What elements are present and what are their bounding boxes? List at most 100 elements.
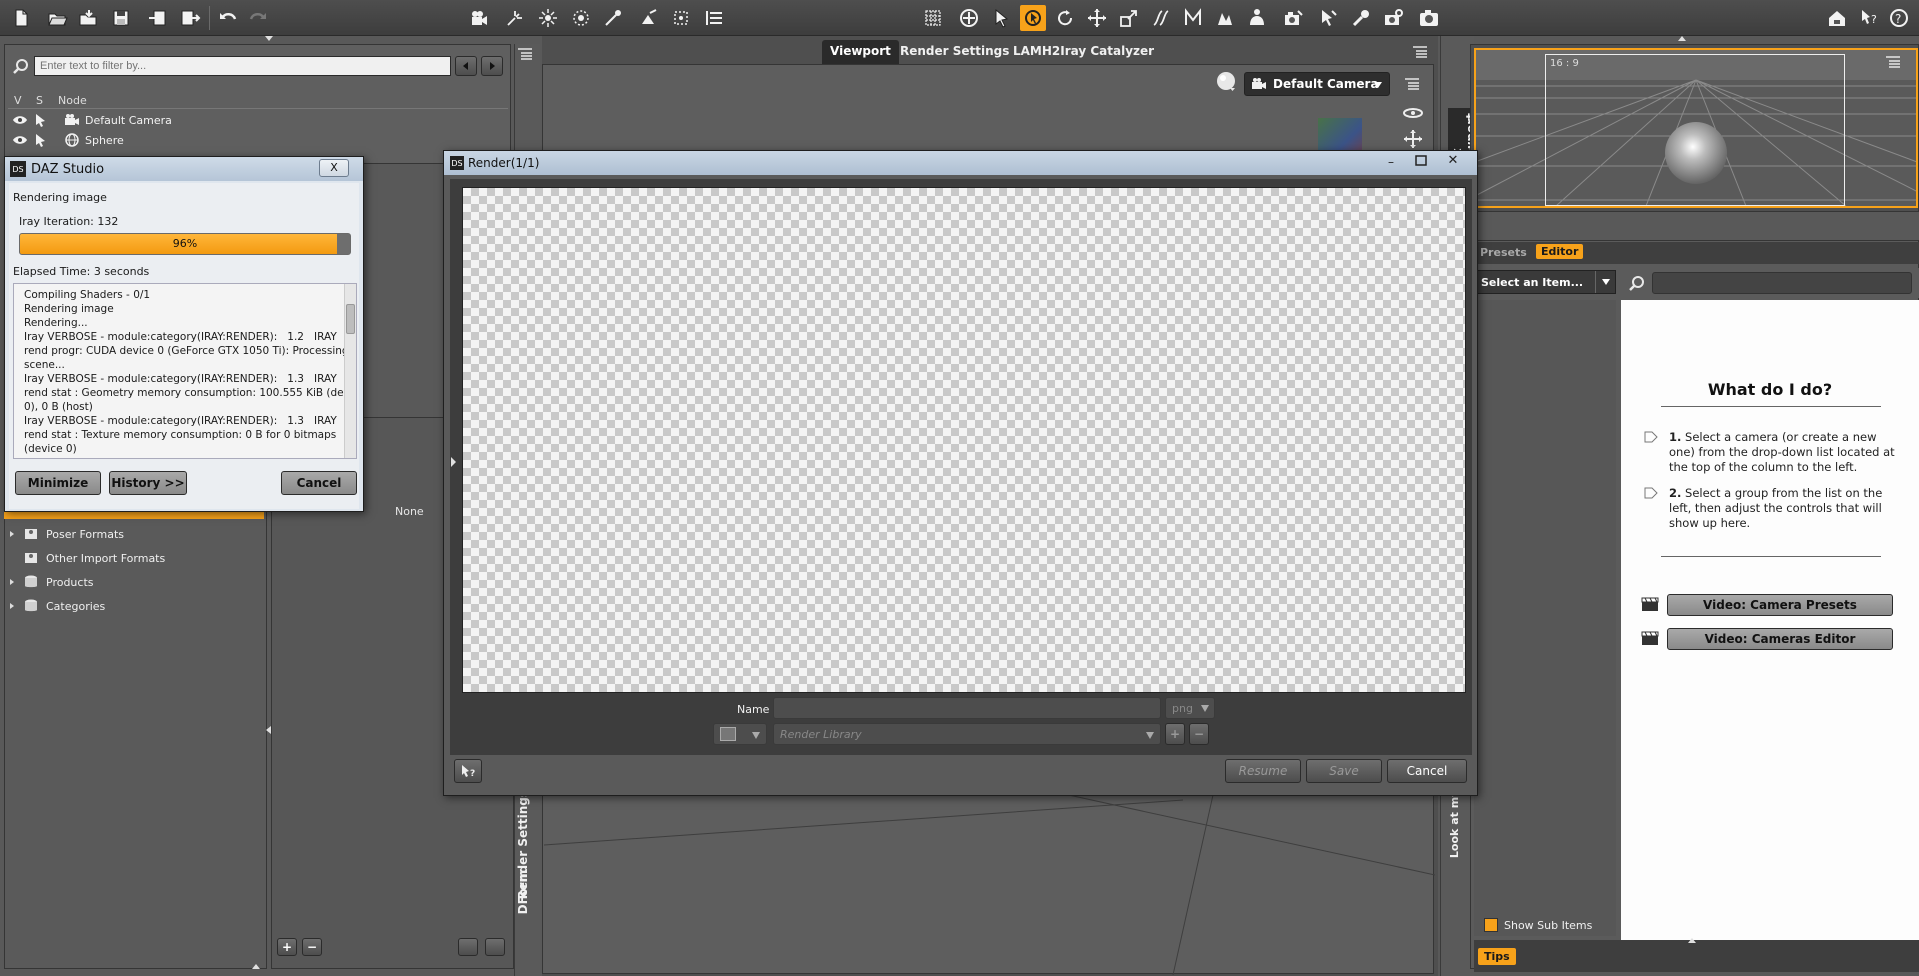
progress-dialog-titlebar[interactable]: DS DAZ Studio X — [5, 157, 363, 181]
select-tool-icon[interactable] — [988, 5, 1014, 31]
library-remove-button[interactable]: − — [1189, 723, 1209, 745]
import-icon[interactable] — [145, 5, 171, 31]
tab-render-settings[interactable]: Render Settings — [892, 40, 1017, 64]
camera-select[interactable]: Default Camera — [1244, 72, 1390, 96]
tree-item[interactable]: Other Import Formats — [22, 550, 165, 566]
tab-dform-vertical[interactable]: DForm — [516, 870, 530, 914]
active-pose-icon[interactable] — [1244, 5, 1270, 31]
tree-item[interactable]: Products — [8, 574, 94, 590]
merge-file-icon[interactable] — [75, 5, 101, 31]
column-node[interactable]: Node — [58, 94, 87, 107]
filter-next-button[interactable] — [481, 56, 503, 76]
scene-filter-input[interactable] — [34, 56, 451, 76]
cancel-button[interactable]: Cancel — [281, 471, 357, 495]
column-visible[interactable]: V — [14, 94, 22, 107]
filter-prev-button[interactable] — [455, 56, 477, 76]
create-spotlight-icon[interactable] — [535, 5, 561, 31]
render-window-titlebar[interactable]: DS Render(1/1) – ✕ — [444, 151, 1477, 175]
minimize-button[interactable]: Minimize — [15, 471, 101, 495]
export-icon[interactable] — [177, 5, 203, 31]
camera-group-list[interactable] — [1474, 300, 1616, 936]
view-mode-button[interactable] — [458, 938, 478, 956]
create-distant-light-icon[interactable] — [568, 5, 594, 31]
render-canvas[interactable] — [462, 187, 1466, 693]
node-selection-tool-icon[interactable] — [1020, 5, 1046, 31]
pane-options-icon[interactable] — [516, 46, 534, 62]
joint-editor-icon[interactable] — [1148, 5, 1174, 31]
spot-render-icon[interactable] — [1280, 5, 1306, 31]
grid-icon[interactable] — [920, 5, 946, 31]
select-item-dropdown[interactable]: Select an Item... — [1474, 270, 1616, 294]
save-icon[interactable] — [108, 5, 134, 31]
save-render-button[interactable]: Save — [1306, 759, 1382, 783]
draw-style-icon[interactable] — [1215, 70, 1237, 92]
show-sub-items-toggle[interactable]: Show Sub Items — [1484, 918, 1592, 932]
tab-presets[interactable]: Presets — [1480, 246, 1527, 259]
rotate-tool-icon[interactable] — [1052, 5, 1078, 31]
create-light-icon[interactable] — [502, 5, 528, 31]
tab-editor[interactable]: Editor — [1536, 244, 1584, 259]
library-type-select[interactable] — [713, 723, 767, 745]
open-file-icon[interactable] — [44, 5, 70, 31]
help-icon[interactable]: ? — [1886, 5, 1912, 31]
format-select[interactable]: png — [1165, 697, 1215, 719]
render-log[interactable]: Compiling Shaders - 0/1 Rendering image Re… — [13, 283, 357, 459]
resume-button[interactable]: Resume — [1225, 759, 1301, 783]
history-button[interactable]: History >> — [109, 471, 187, 495]
collapse-arrow-icon[interactable] — [1688, 938, 1696, 943]
library-add-button[interactable]: + — [1165, 723, 1185, 745]
render-icon[interactable] — [1416, 5, 1442, 31]
video-camera-presets-button[interactable]: Video: Camera Presets — [1667, 594, 1893, 616]
minimize-icon[interactable]: – — [1383, 155, 1399, 169]
viewport-options-icon[interactable] — [1403, 76, 1421, 92]
light-tool-icon[interactable] — [1348, 5, 1374, 31]
translate-tool-icon[interactable] — [1084, 5, 1110, 31]
pane-options-icon[interactable] — [1411, 44, 1429, 60]
redo-icon[interactable] — [245, 5, 271, 31]
undo-icon[interactable] — [215, 5, 241, 31]
close-icon[interactable]: ✕ — [1443, 153, 1463, 169]
collapse-arrow-icon[interactable] — [265, 36, 273, 41]
help-cursor-icon[interactable]: ? — [1856, 5, 1882, 31]
collapse-arrow-icon[interactable] — [252, 964, 260, 969]
sphere-object[interactable] — [1665, 122, 1727, 184]
view-mode-button[interactable] — [485, 938, 505, 956]
geometry-editor-icon[interactable] — [1180, 5, 1206, 31]
create-group-icon[interactable] — [636, 5, 662, 31]
expand-arrow-icon[interactable] — [451, 457, 456, 467]
log-scrollbar[interactable] — [344, 284, 356, 458]
create-null-icon[interactable] — [668, 5, 694, 31]
region-navigator-icon[interactable] — [1212, 5, 1238, 31]
surface-selection-icon[interactable] — [1316, 5, 1342, 31]
scale-tool-icon[interactable] — [1116, 5, 1142, 31]
add-button[interactable]: + — [277, 938, 297, 956]
universal-tool-icon[interactable] — [956, 5, 982, 31]
tab-viewport[interactable]: Viewport — [822, 40, 899, 64]
pane-options-icon[interactable] — [1884, 54, 1902, 70]
align-icon[interactable] — [702, 5, 728, 31]
video-cameras-editor-button[interactable]: Video: Cameras Editor — [1667, 628, 1893, 650]
tab-tips[interactable]: Tips — [1478, 948, 1516, 965]
close-button[interactable]: X — [319, 159, 349, 177]
aux-viewport[interactable]: 16 : 9 — [1474, 48, 1918, 208]
collapse-arrow-icon[interactable] — [1678, 36, 1686, 41]
property-search-input[interactable] — [1652, 272, 1912, 294]
render-name-input[interactable] — [773, 697, 1161, 719]
orbit-icon[interactable] — [1402, 104, 1424, 122]
new-file-icon[interactable] — [8, 5, 34, 31]
home-icon[interactable] — [1824, 5, 1850, 31]
tree-item[interactable]: Poser Formats — [8, 526, 124, 542]
create-point-light-icon[interactable] — [600, 5, 626, 31]
render-library-select[interactable]: Render Library — [773, 723, 1161, 745]
cancel-render-button[interactable]: Cancel — [1387, 759, 1467, 783]
tree-item[interactable]: Categories — [8, 598, 105, 614]
pan-icon[interactable] — [1402, 128, 1424, 150]
create-camera-icon[interactable] — [466, 5, 492, 31]
maximize-icon[interactable] — [1413, 154, 1429, 168]
render-settings-icon[interactable] — [1380, 5, 1406, 31]
tab-lamh2iray-catalyzer[interactable]: LAMH2Iray Catalyzer — [1005, 40, 1162, 64]
column-selectable[interactable]: S — [36, 94, 43, 107]
remove-button[interactable]: − — [302, 938, 322, 956]
whats-this-button[interactable]: ? — [454, 759, 482, 783]
checkbox[interactable] — [1484, 918, 1498, 932]
